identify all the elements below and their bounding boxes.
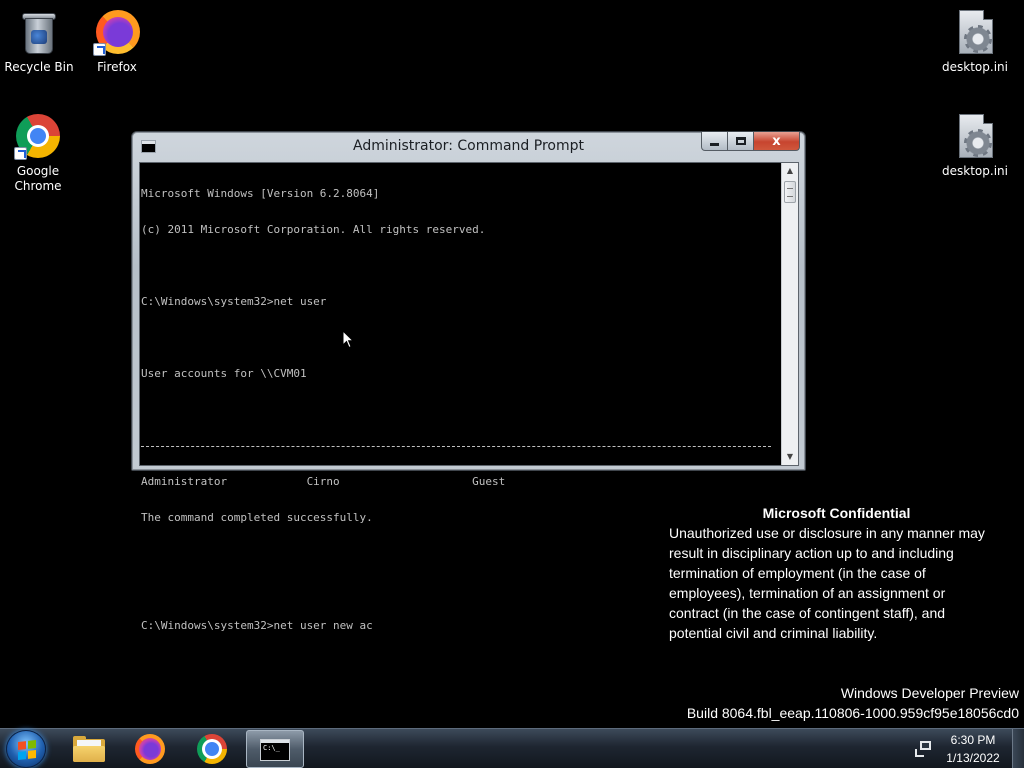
chrome-icon [197,734,227,764]
scroll-thumb[interactable] [784,181,796,203]
taskbar-clock[interactable]: 6:30 PM 1/13/2022 [940,731,1006,767]
firefox-icon [135,734,165,764]
shortcut-arrow-icon [14,147,27,160]
vertical-scrollbar[interactable]: ▲ ▼ [781,163,798,465]
notice-line: termination of employment (in the case o… [669,565,926,581]
caption-buttons: x [701,132,800,151]
console-line: User accounts for \\CVM01 [141,368,307,380]
show-desktop-button[interactable] [1012,729,1024,768]
close-button[interactable]: x [754,132,800,151]
console-line: Administrator Cirno Guest [141,476,506,488]
folder-icon [73,736,105,762]
gear-icon [964,129,992,157]
taskbar: C:\_ [0,728,1024,768]
minimize-icon [710,142,719,146]
desktop-icon-recycle-bin[interactable]: Recycle Bin [0,8,79,75]
maximize-button[interactable] [728,132,754,151]
taskbar-chrome[interactable] [183,730,241,768]
desktop-icon-label: Recycle Bin [4,60,74,74]
taskbar-firefox[interactable] [121,730,179,768]
console-output[interactable]: Microsoft Windows [Version 6.2.8064] (c)… [139,162,799,632]
desktop-icon-label: Firefox [97,60,137,74]
clock-date: 1/13/2022 [946,751,1000,765]
notice-line: Unauthorized use or disclosure in any ma… [669,525,985,541]
build-watermark: Windows Developer Preview Build 8064.fbl… [687,683,1019,723]
build-number: Build 8064.fbl_eeap.110806-1000.959cf95e… [686,705,1019,721]
desktop-icon-firefox[interactable]: Firefox [77,8,157,75]
notice-line: result in disciplinary action up to and … [669,545,954,561]
shortcut-arrow-icon [93,43,106,56]
desktop-icon-label: desktop.ini [942,60,1008,74]
windows-logo-icon [18,740,36,760]
maximize-icon [735,137,746,145]
notice-title: Microsoft Confidential [762,505,911,521]
minimize-button[interactable] [701,132,728,151]
command-prompt-icon: C:\_ [260,739,290,761]
start-button[interactable] [6,730,46,768]
network-icon[interactable] [915,740,933,758]
notice-line: employees), termination of an assignment… [669,585,946,601]
desktop-icon-desktop-ini-1[interactable]: desktop.ini [935,8,1015,75]
notice-line: contract (in the case of contingent staf… [669,605,946,621]
console-divider [141,440,781,452]
recycle-bin-icon [15,8,63,56]
firefox-icon [93,8,141,56]
console-line: C:\Windows\system32>net user [141,296,327,308]
confidential-notice: Microsoft Confidential Unauthorized use … [669,503,1014,643]
settings-file-icon [951,8,999,56]
console-line: Microsoft Windows [Version 6.2.8064] [141,188,380,200]
taskbar-command-prompt[interactable]: C:\_ [246,730,304,768]
close-icon: x [772,133,781,149]
console-line: (c) 2011 Microsoft Corporation. All righ… [141,224,486,236]
scroll-up-icon[interactable]: ▲ [782,163,798,179]
desktop-icon-label: desktop.ini [942,164,1008,178]
scroll-down-icon[interactable]: ▼ [782,449,798,465]
notice-line: potential civil and criminal liability. [669,625,878,641]
desktop-icon-google-chrome[interactable]: Google Chrome [0,112,77,194]
taskbar-file-explorer[interactable] [60,730,118,768]
cmd-icon-text: C:\_ [263,744,280,752]
settings-file-icon [951,112,999,160]
mouse-cursor-icon [342,330,354,349]
chrome-icon [14,112,62,160]
command-prompt-window[interactable]: Administrator: Command Prompt x Microsof… [131,131,806,632]
desktop-icon-label: Google Chrome [14,164,62,193]
build-edition: Windows Developer Preview [840,685,1019,701]
window-titlebar[interactable]: Administrator: Command Prompt x [132,132,805,162]
gear-icon [964,25,992,53]
clock-time: 6:30 PM [950,733,996,747]
desktop-icon-desktop-ini-2[interactable]: desktop.ini [935,112,1015,179]
